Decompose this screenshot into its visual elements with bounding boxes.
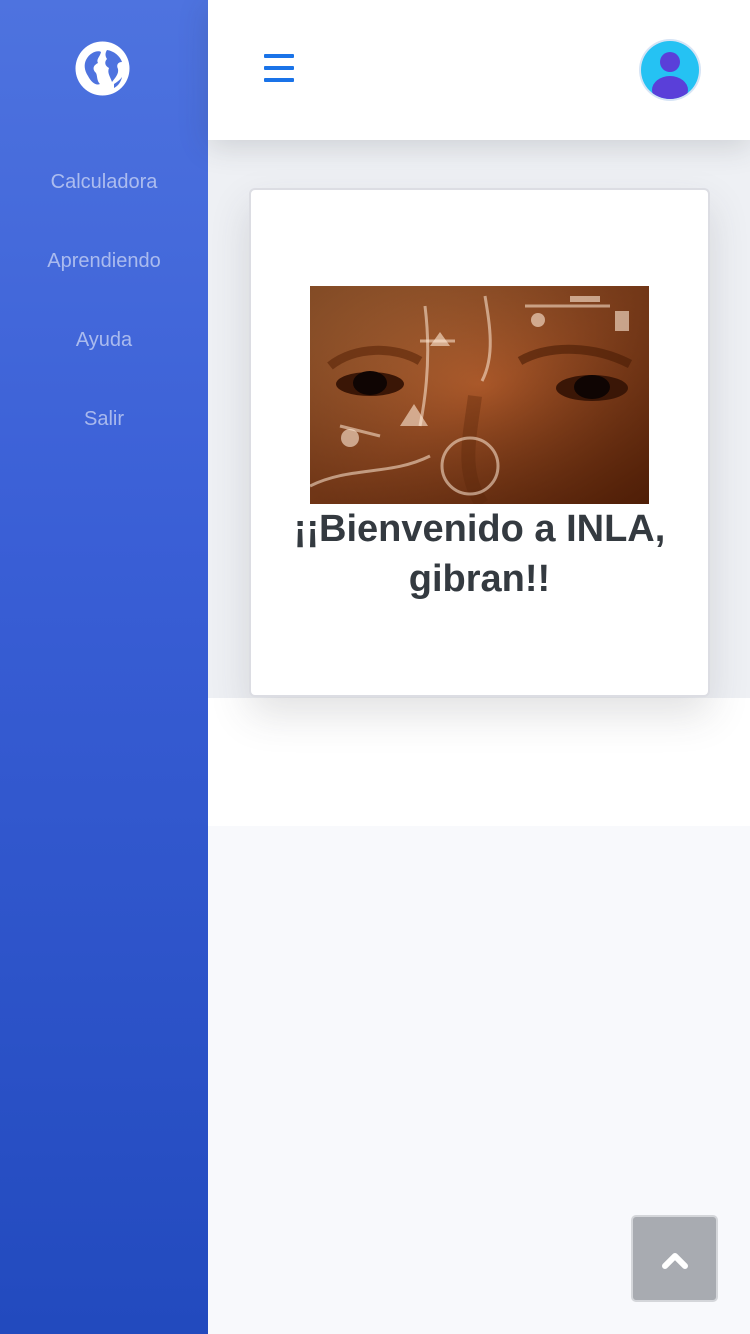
sidebar-item-salir[interactable]: Salir [0, 387, 208, 466]
user-avatar-icon[interactable] [638, 38, 702, 102]
scroll-to-top-button[interactable] [631, 1215, 718, 1302]
chevron-up-icon [662, 1253, 688, 1269]
welcome-card: ¡¡Bienvenido a INLA, gibran!! [249, 188, 710, 697]
footer [208, 698, 750, 826]
topbar [208, 0, 750, 140]
sidebar-item-aprendiendo[interactable]: Aprendiendo [0, 229, 208, 308]
sidebar-item-calculadora[interactable]: Calculadora [0, 150, 208, 229]
welcome-heading: ¡¡Bienvenido a INLA, gibran!! [293, 508, 666, 600]
hero-image [310, 286, 649, 504]
sidebar: Calculadora Aprendiendo Ayuda Salir [0, 0, 208, 1334]
globe-icon[interactable] [74, 40, 131, 97]
sidebar-nav: Calculadora Aprendiendo Ayuda Salir [0, 150, 208, 466]
hamburger-menu-icon[interactable] [264, 54, 294, 82]
sidebar-item-ayuda[interactable]: Ayuda [0, 308, 208, 387]
